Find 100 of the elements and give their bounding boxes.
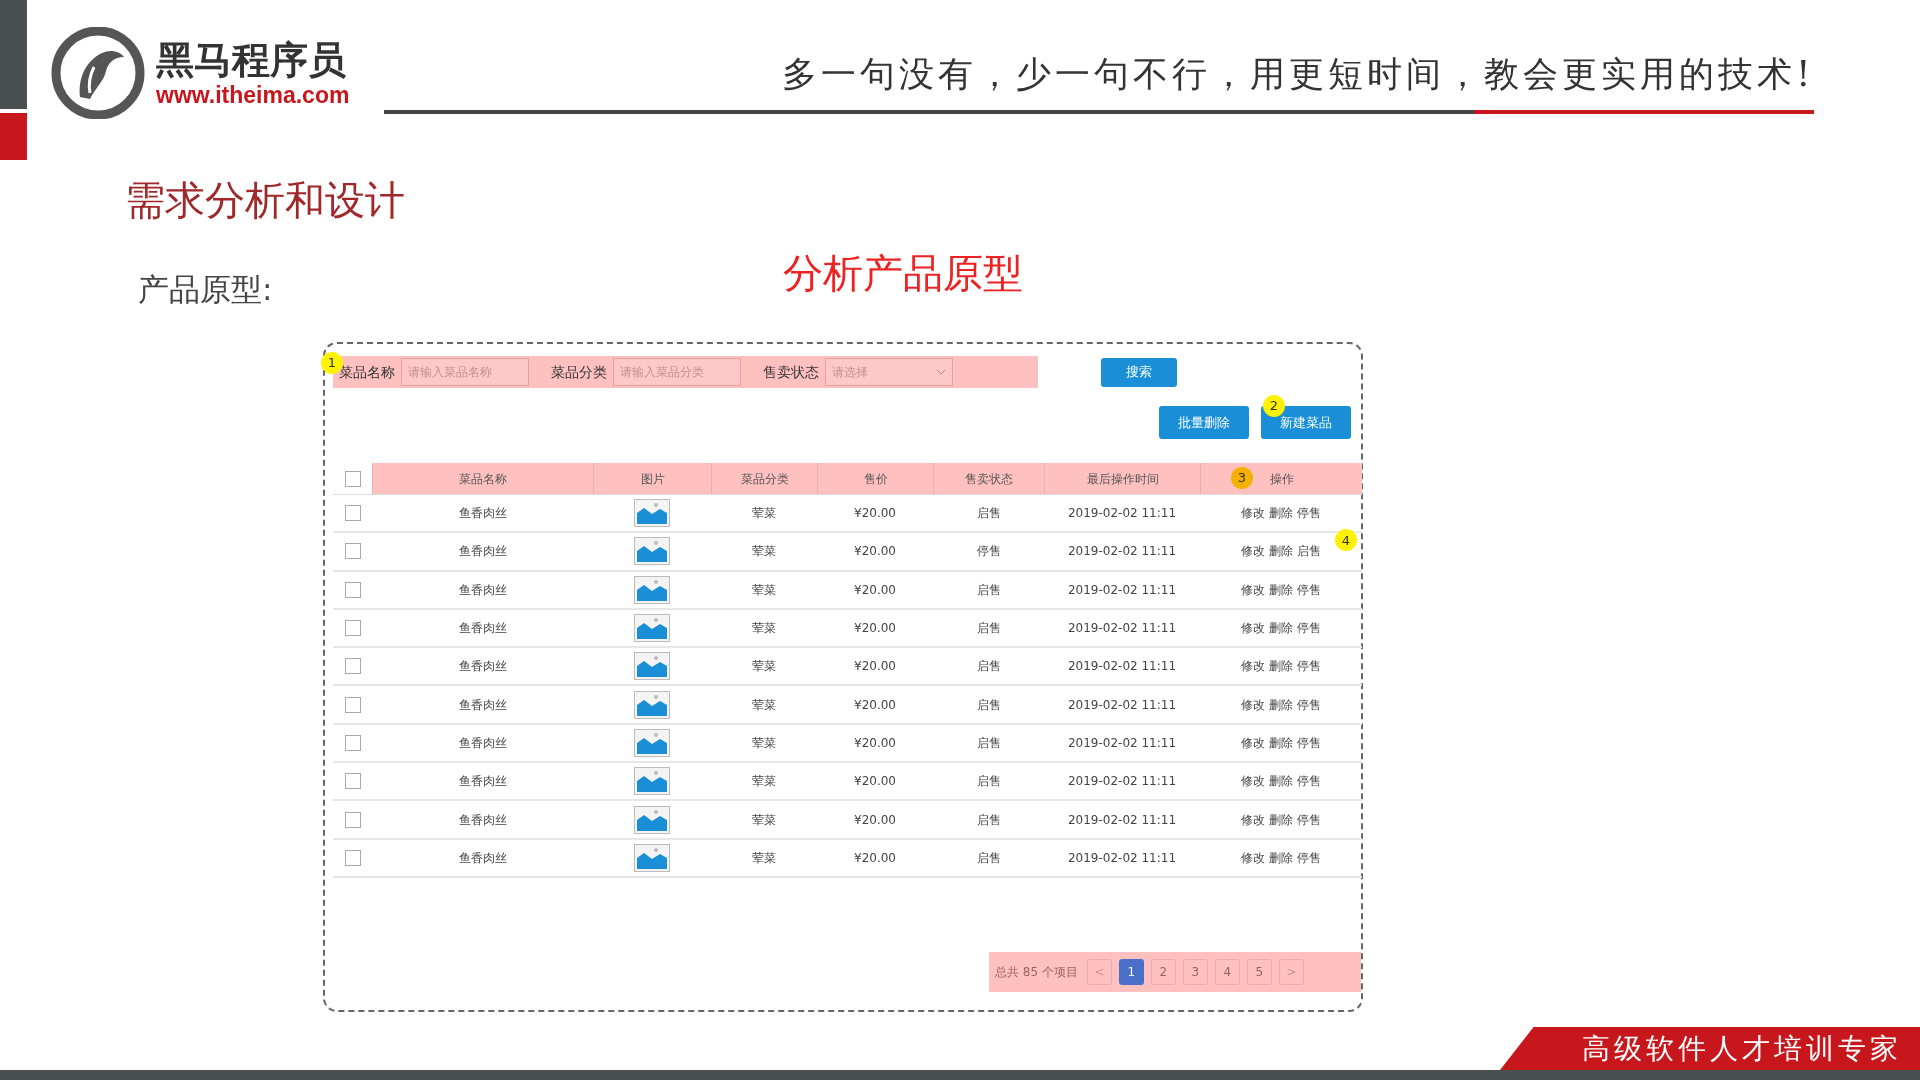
row-action-link[interactable]: 停售 [1297,848,1321,867]
image-icon [634,652,670,681]
marker-badge: 3 [1231,467,1253,489]
checkbox[interactable] [344,849,361,866]
filter-label: 菜品分类 [551,362,607,382]
row-action-link[interactable]: 修改 [1241,657,1265,676]
row-action-link[interactable]: 删除 [1269,695,1293,714]
row-action-link[interactable]: 停售 [1297,619,1321,638]
checkbox[interactable] [344,773,361,790]
table-cell-text: ¥20.00 [853,620,897,638]
row-action-link[interactable]: 删除 [1269,848,1293,867]
row-action-link[interactable]: 修改 [1241,733,1265,752]
marker-badge: 4 [1335,529,1357,552]
table-cell-text: ¥20.00 [853,581,897,599]
table-cell-text: ¥20.00 [853,505,897,523]
row-action-link[interactable]: 修改 [1241,504,1265,523]
action-button[interactable]: 批量删除 [1159,406,1249,439]
row-action-link[interactable]: 修改 [1241,810,1265,829]
checkbox[interactable] [344,470,361,487]
row-action-link[interactable]: 修改 [1241,772,1265,791]
table-cell-text: 启售 [975,734,1002,752]
page-button[interactable]: 1 [1118,959,1144,985]
row-action-link[interactable]: 停售 [1297,580,1321,599]
footer-banner: 高级软件人才培训专家 [1500,1027,1920,1070]
checkbox[interactable] [344,543,361,560]
table-cell-text: 2019-02-02 11:11 [1066,849,1178,867]
table-cell-text: 荤菜 [751,734,777,752]
table-cell-text: ¥20.00 [853,734,897,752]
table-cell-text: 启售 [975,581,1002,599]
row-action-link[interactable]: 停售 [1297,733,1321,752]
table-cell-text: 启售 [975,620,1002,638]
table-cell-text: 启售 [975,505,1002,523]
table-cell-text: 荤菜 [751,543,777,561]
row-action-link[interactable]: 删除 [1269,580,1293,599]
row-action-link[interactable]: 删除 [1269,772,1293,791]
table-cell-text: 荤菜 [751,811,777,829]
row-action-link[interactable]: 删除 [1269,504,1293,523]
row-action-link[interactable]: 启售 [1297,542,1321,561]
image-icon [634,499,670,528]
column-header: 售价 [817,463,933,494]
image-icon [634,767,670,796]
table-cell-text: 启售 [975,849,1002,867]
row-action-link[interactable]: 停售 [1297,504,1321,523]
row-action-link[interactable]: 删除 [1269,619,1293,638]
table-cell-text: 鱼香肉丝 [457,658,508,676]
table-cell-text: 2019-02-02 11:11 [1066,658,1178,676]
image-icon [634,690,670,719]
row-action-link[interactable]: 停售 [1297,695,1321,714]
row-action-link[interactable]: 停售 [1297,810,1321,829]
table-cell-text: 鱼香肉丝 [457,696,508,714]
annotation-title: 分析产品原型 [783,249,1023,297]
checkbox[interactable] [344,696,361,713]
row-action-link[interactable]: 删除 [1269,810,1293,829]
filter-label: 售卖状态 [763,362,819,382]
table-cell-text: 启售 [975,773,1002,791]
slogan: 多一句没有，少一句不行，用更短时间，教会更实用的技术! [782,53,1815,96]
row-action-link[interactable]: 删除 [1269,733,1293,752]
row-action-link[interactable]: 修改 [1241,619,1265,638]
marker-badge: 2 [1263,395,1285,417]
row-action-link[interactable]: 删除 [1269,657,1293,676]
chevron-down-icon [936,369,946,375]
brand-url: www.itheima.com [156,81,350,108]
table-cell-text: 荤菜 [751,620,777,638]
table-cell-text: 启售 [975,811,1002,829]
table-cell-text: 2019-02-02 11:11 [1066,773,1178,791]
table-cell-text: 鱼香肉丝 [457,734,508,752]
row-action-link[interactable]: 修改 [1241,848,1265,867]
section-label: 产品原型: [138,270,274,309]
table-cell-text: 2019-02-02 11:11 [1066,696,1178,714]
table-cell-text: ¥20.00 [853,773,897,791]
checkbox[interactable] [344,734,361,751]
slide-title: 需求分析和设计 [125,176,405,224]
brand-name: 黑马程序员 [156,37,347,82]
table-cell-text: ¥20.00 [853,696,897,714]
row-action-link[interactable]: 修改 [1241,695,1265,714]
row-action-link[interactable]: 停售 [1297,657,1321,676]
table-cell-text: 鱼香肉丝 [457,543,508,561]
table-cell-text: 鱼香肉丝 [457,620,508,638]
row-action-link[interactable]: 修改 [1241,542,1265,561]
row-action-link[interactable]: 修改 [1241,580,1265,599]
image-icon [634,614,670,643]
checkbox[interactable] [344,581,361,598]
row-action-link[interactable]: 删除 [1269,542,1293,561]
checkbox[interactable] [344,620,361,637]
image-icon [634,575,670,604]
row-action-link[interactable]: 停售 [1297,772,1321,791]
total-count: 总共 85 个项目 [995,964,1078,981]
table-cell-text: 2019-02-02 11:11 [1066,811,1178,829]
table-cell-text: 启售 [975,658,1002,676]
checkbox[interactable] [344,505,361,522]
column-header: 菜品分类 [711,463,817,494]
checkbox[interactable] [344,658,361,675]
column-header: 最后操作时间 [1044,463,1200,494]
image-icon [634,805,670,834]
table-cell-text: 荤菜 [751,581,777,599]
checkbox[interactable] [344,811,361,828]
table-cell-text: ¥20.00 [853,849,897,867]
column-header: 3 操作 [1200,463,1362,494]
column-header: 菜品名称 [372,463,593,494]
search-button[interactable]: 搜索 [1101,357,1177,387]
